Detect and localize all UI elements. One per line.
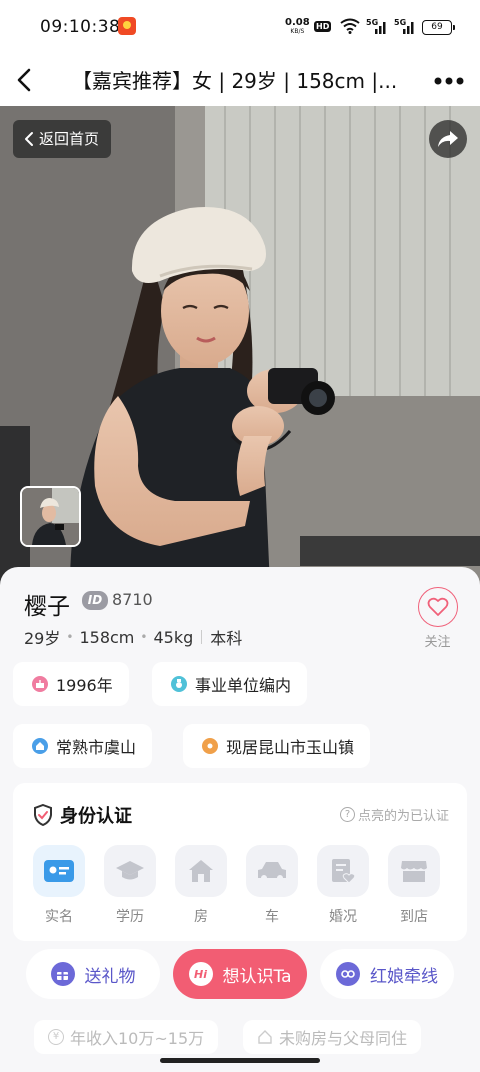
- identity-hint-label: 点亮的为已认证: [357, 809, 449, 824]
- cert-store-visit[interactable]: 到店: [387, 845, 441, 926]
- nav-bar: 【嘉宾推荐】女 | 29岁 | 158cm |...: [0, 56, 480, 106]
- profile-stats: 29岁 • 158cm • 45kg 本科: [24, 625, 242, 649]
- graduation-cap-icon: [104, 845, 156, 897]
- follow-label: 关注: [424, 635, 451, 650]
- matchmaker-label: 红娘牵线: [370, 966, 438, 987]
- house-icon: [175, 845, 227, 897]
- follow-button[interactable]: 关注: [415, 587, 460, 650]
- cert-label: 婚况: [329, 909, 357, 925]
- cert-education[interactable]: 学历: [103, 845, 157, 926]
- yen-icon: ¥: [48, 1029, 64, 1045]
- stat-divider: [201, 630, 203, 644]
- more-menu-icon[interactable]: [432, 64, 466, 96]
- signal-sim1-icon: 5G: [366, 18, 386, 34]
- identity-header: 身份认证: [33, 802, 132, 828]
- tag-job: 事业单位编内: [152, 662, 308, 706]
- shield-check-icon: [34, 804, 52, 826]
- page-title: 【嘉宾推荐】女 | 29岁 | 158cm |...: [72, 69, 398, 93]
- wifi-icon: [340, 18, 360, 34]
- cert-house[interactable]: 房: [174, 845, 228, 926]
- medal-icon: [171, 676, 187, 692]
- matchmaker-icon: [336, 962, 360, 986]
- stat-weight: 45kg: [153, 627, 194, 647]
- app-notification-icon: [118, 17, 136, 35]
- location-pin-icon: [202, 738, 218, 754]
- network-speed-unit: KB/S: [290, 28, 305, 35]
- identity-hint[interactable]: ? 点亮的为已认证: [339, 805, 449, 824]
- share-arrow-icon: [438, 131, 458, 147]
- gift-icon: [50, 962, 75, 986]
- question-icon: ?: [339, 807, 355, 822]
- tag-hometown-label: 常熟市虞山: [56, 738, 137, 757]
- cake-icon: [32, 676, 48, 692]
- signal-sim2-icon: 5G: [394, 18, 414, 34]
- profile-name: 樱子: [24, 594, 70, 620]
- house-outline-icon: [258, 1030, 272, 1044]
- back-arrow-icon[interactable]: [10, 64, 42, 96]
- heart-icon: [417, 587, 458, 627]
- id-badge: ID: [82, 591, 108, 610]
- cert-label: 车: [265, 909, 279, 925]
- tag-housing-label: 未购房与父母同住: [279, 1029, 408, 1048]
- stat-education: 本科: [210, 629, 243, 648]
- home-indicator[interactable]: [160, 1058, 320, 1063]
- send-gift-label: 送礼物: [84, 966, 136, 987]
- stat-separator-dot: •: [140, 630, 148, 644]
- want-to-meet-button[interactable]: Hi 想认识Ta: [173, 949, 307, 999]
- chevron-left-icon: [25, 132, 33, 146]
- photo-thumbnail[interactable]: [20, 486, 81, 547]
- share-button[interactable]: [429, 120, 467, 158]
- status-time: 09:10:38: [40, 17, 121, 37]
- cert-label: 到店: [400, 909, 428, 925]
- cert-car[interactable]: 车: [245, 845, 299, 926]
- tag-income: ¥ 年收入10万~15万: [34, 1020, 219, 1054]
- home-icon: [32, 738, 48, 754]
- cert-label: 学历: [116, 909, 144, 925]
- profile-id-number: 8710: [112, 590, 153, 609]
- id-card-icon: [33, 845, 85, 897]
- sim2-label: 5G: [394, 18, 406, 27]
- thumbnail-image: [22, 488, 79, 545]
- want-to-meet-label: 想认识Ta: [222, 966, 292, 987]
- profile-card: 樱子 ID 8710 29岁 • 158cm • 45kg 本科 关注 1996…: [0, 567, 480, 1072]
- tag-job-label: 事业单位编内: [195, 676, 292, 695]
- stat-height: 158cm: [79, 627, 135, 647]
- marriage-doc-icon: [317, 845, 369, 897]
- tag-income-label: 年收入10万~15万: [70, 1029, 205, 1048]
- hi-icon: Hi: [188, 962, 213, 986]
- back-home-label: 返回首页: [39, 130, 100, 148]
- store-icon: [388, 845, 440, 897]
- tag-housing: 未购房与父母同住: [243, 1020, 422, 1054]
- back-home-button[interactable]: 返回首页: [13, 120, 112, 158]
- sim1-label: 5G: [366, 18, 378, 27]
- cert-label: 房: [194, 909, 208, 925]
- cert-marriage[interactable]: 婚况: [316, 845, 370, 926]
- cert-real-name[interactable]: 实名: [32, 845, 86, 926]
- tag-birth-year: 1996年: [13, 662, 129, 706]
- profile-photo[interactable]: 返回首页: [0, 106, 480, 586]
- cert-label: 实名: [45, 909, 73, 925]
- identity-section: 身份认证 ? 点亮的为已认证 实名 学历 房 车 婚况 到店: [13, 783, 467, 941]
- matchmaker-button[interactable]: 红娘牵线: [320, 949, 454, 999]
- tag-birth-year-label: 1996年: [56, 676, 113, 695]
- battery-icon: 69: [422, 20, 455, 35]
- status-bar: 09:10:38 0.08 KB/S HD 5G 5G 69: [0, 0, 480, 56]
- hd-voice-icon: HD: [314, 21, 332, 32]
- tag-hometown: 常熟市虞山: [13, 724, 153, 768]
- stat-separator-dot: •: [66, 630, 74, 644]
- stat-age: 29岁: [24, 629, 61, 648]
- identity-title: 身份认证: [60, 806, 132, 827]
- network-speed: 0.08 KB/S: [285, 18, 310, 36]
- tag-residence-label: 现居昆山市玉山镇: [226, 738, 355, 757]
- car-icon: [246, 845, 298, 897]
- tag-residence: 现居昆山市玉山镇: [183, 724, 371, 768]
- send-gift-button[interactable]: 送礼物: [26, 949, 160, 999]
